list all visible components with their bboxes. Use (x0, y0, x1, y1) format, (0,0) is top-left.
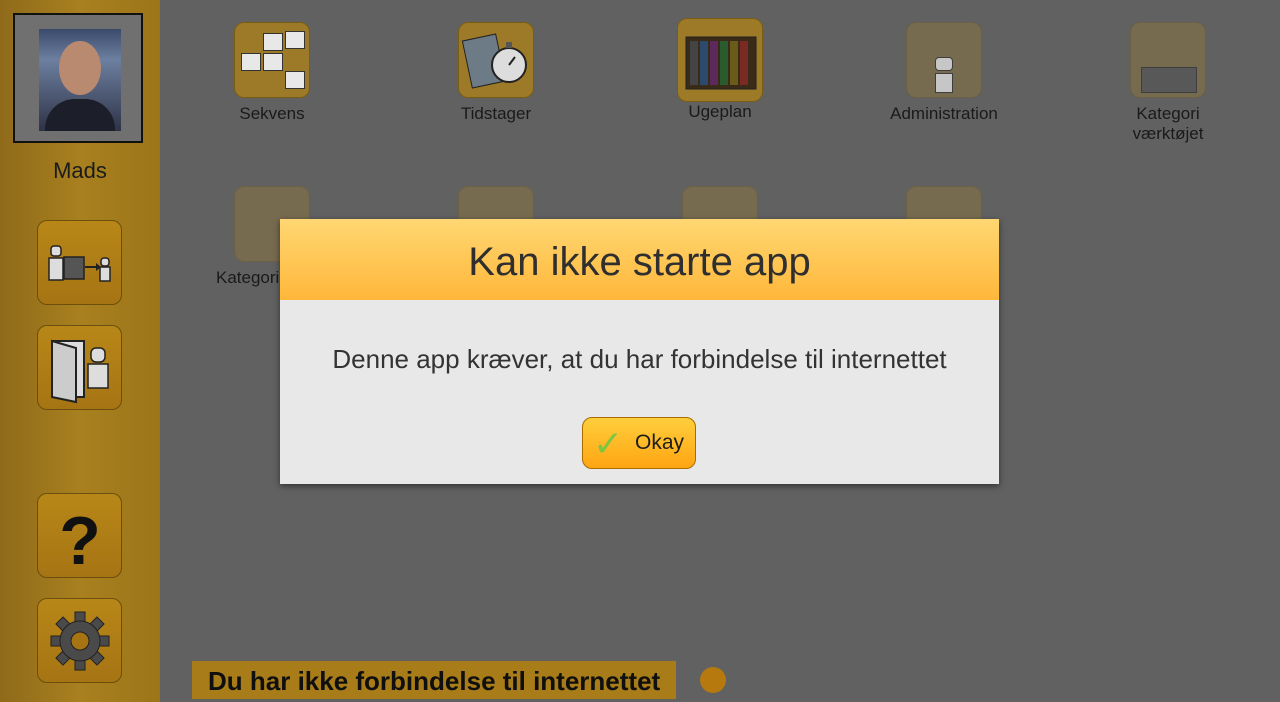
app-label: Tidstager (460, 104, 532, 123)
profile-name: Mads (53, 158, 107, 183)
stopwatch-icon (458, 22, 534, 98)
transfer-tablet-button[interactable] (37, 220, 122, 305)
status-indicator (700, 667, 726, 693)
app-sekvens[interactable]: Sekvens (192, 22, 352, 124)
profile-picture[interactable] (13, 13, 143, 143)
checkmark-icon: ✓ (593, 423, 624, 464)
app-label: Ugeplan (688, 102, 752, 121)
dialog-title: Kan ikke starte app (280, 219, 999, 300)
door-person-icon (51, 339, 109, 404)
app-ugeplan[interactable]: Ugeplan (640, 18, 800, 122)
sidebar: Mads ? (0, 0, 160, 702)
okay-button[interactable]: ✓ Okay (582, 417, 696, 469)
category-tool-icon (1130, 22, 1206, 98)
error-dialog: Kan ikke starte app Denne app kræver, at… (280, 219, 999, 484)
okay-button-label: Okay (635, 431, 685, 454)
app-label: Administration (890, 104, 998, 123)
app-label: Sekvens (239, 104, 305, 123)
help-button[interactable]: ? (37, 493, 122, 579)
question-mark-icon: ? (59, 503, 101, 579)
avatar (39, 29, 121, 131)
dialog-message: Denne app kræver, at du har forbindelse … (332, 344, 947, 374)
weekplan-icon (677, 18, 763, 102)
administration-icon (906, 22, 982, 98)
person-tablet-person-icon (48, 245, 111, 282)
svg-text:?: ? (59, 503, 101, 579)
app-tidstager[interactable]: Tidstager (416, 22, 576, 124)
gear-icon (50, 611, 110, 671)
app-kategori-vaerktoejet[interactable]: Kategori værktøjet (1088, 22, 1248, 144)
settings-button[interactable] (37, 598, 122, 683)
app-label: Kategori værktøjet (1132, 104, 1204, 143)
sequence-icon (234, 22, 310, 98)
app-administration[interactable]: Administration (864, 22, 1024, 124)
connection-status: Du har ikke forbindelse til internettet (192, 661, 677, 699)
logout-door-button[interactable] (37, 325, 122, 410)
